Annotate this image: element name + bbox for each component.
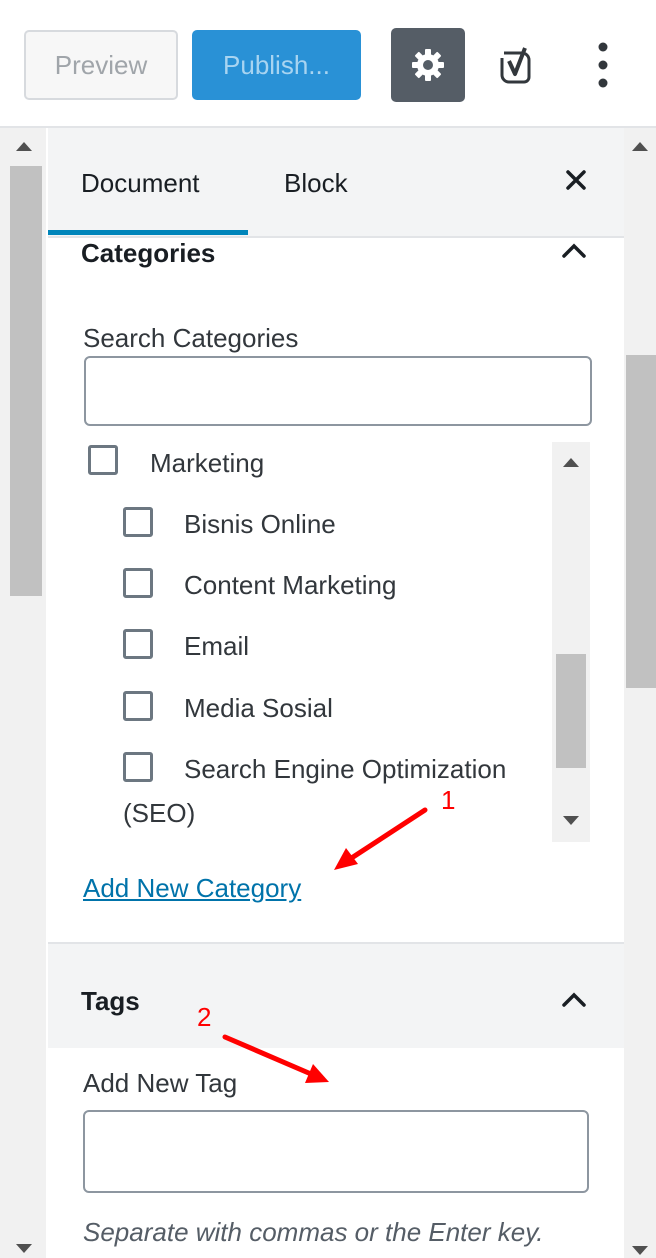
search-categories-input[interactable] [84, 356, 592, 426]
category-checkbox[interactable] [123, 507, 153, 537]
category-checkbox[interactable] [123, 629, 153, 659]
settings-sidebar: Document Block Categories Search Categor… [48, 128, 624, 1258]
category-label: Search Engine Optimization [184, 754, 507, 784]
close-sidebar-button[interactable] [562, 166, 590, 194]
scroll-down-icon[interactable] [632, 1246, 648, 1255]
tags-panel-title[interactable]: Tags [81, 986, 140, 1017]
search-categories-label: Search Categories [83, 323, 299, 353]
tags-panel-header[interactable]: Tags [48, 944, 624, 1048]
chevron-up-icon[interactable] [561, 991, 587, 1007]
category-label: Marketing [150, 448, 265, 478]
category-checkbox[interactable] [123, 752, 153, 782]
category-label: Bisnis Online [184, 509, 336, 539]
category-list-scrollbar[interactable] [552, 442, 590, 842]
category-label: Media Sosial [184, 693, 333, 723]
right-scrollbar[interactable] [624, 128, 656, 1258]
category-label: Email [184, 631, 250, 661]
add-new-tag-label: Add New Tag [83, 1068, 238, 1098]
scrollbar-thumb[interactable] [556, 654, 586, 768]
scroll-down-icon[interactable] [16, 1244, 32, 1253]
left-scrollbar[interactable] [0, 128, 46, 1258]
close-icon [566, 170, 586, 190]
publish-button[interactable]: Publish... [192, 30, 361, 100]
category-label: Content Marketing [184, 570, 397, 600]
category-label-continuation: (SEO) [123, 798, 196, 828]
category-checkbox[interactable] [123, 568, 153, 598]
yoast-icon [500, 47, 531, 84]
add-new-tag-input[interactable] [83, 1110, 589, 1193]
category-checkbox[interactable] [123, 691, 153, 721]
sidebar-tabs: Document Block [48, 128, 624, 238]
scrollbar-thumb[interactable] [626, 355, 656, 688]
scroll-up-icon[interactable] [563, 458, 579, 467]
chevron-up-icon[interactable] [561, 242, 587, 258]
tab-document[interactable]: Document [81, 168, 200, 199]
preview-button[interactable]: Preview [24, 30, 178, 100]
category-checkbox[interactable] [88, 445, 118, 475]
editor-toolbar: Preview Publish... [0, 0, 656, 128]
tags-hint: Separate with commas or the Enter key. [83, 1217, 544, 1247]
gear-icon [412, 49, 444, 81]
scroll-up-icon[interactable] [632, 142, 648, 151]
scroll-down-icon[interactable] [563, 816, 579, 825]
active-tab-indicator [48, 230, 248, 235]
scroll-up-icon[interactable] [16, 142, 32, 151]
category-list: Marketing Bisnis Online Content Marketin… [48, 442, 624, 842]
add-new-category-link[interactable]: Add New Category [83, 873, 301, 904]
tab-block[interactable]: Block [284, 168, 348, 199]
more-vertical-icon [598, 42, 608, 88]
scrollbar-thumb[interactable] [10, 166, 42, 596]
categories-panel-title[interactable]: Categories [81, 238, 215, 269]
more-options-button[interactable] [588, 40, 618, 90]
yoast-button[interactable] [492, 44, 538, 90]
settings-button[interactable] [391, 28, 465, 102]
